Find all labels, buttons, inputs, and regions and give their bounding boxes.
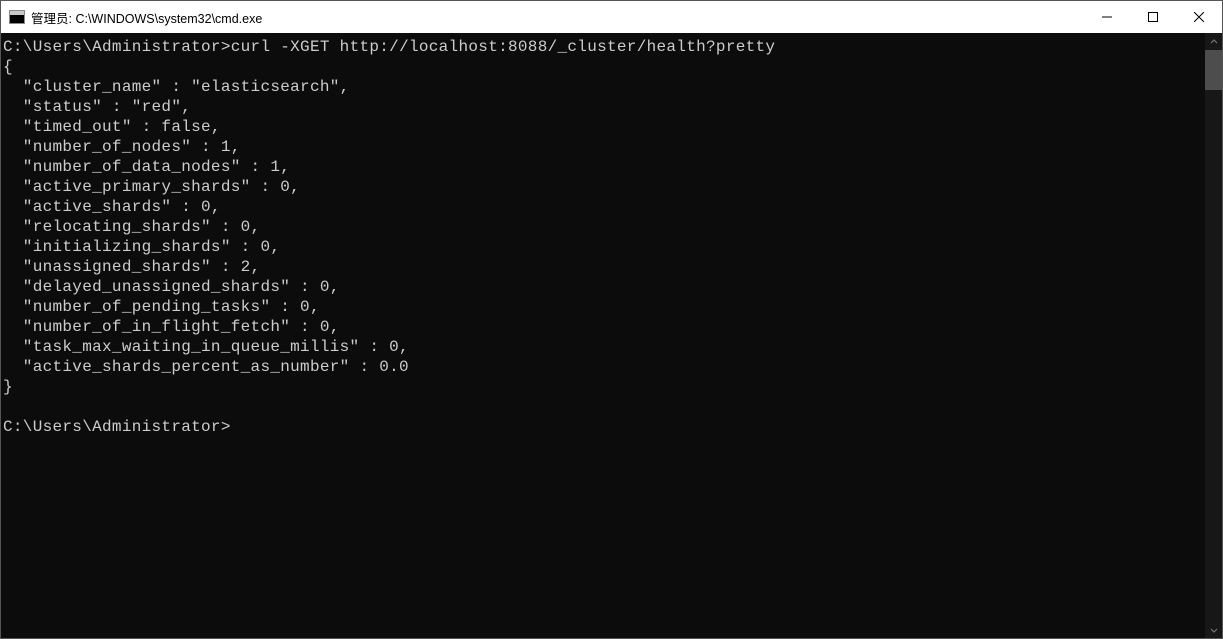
scroll-up-button[interactable]	[1205, 33, 1222, 50]
close-icon	[1194, 12, 1204, 22]
prompt: C:\Users\Administrator>	[3, 418, 231, 436]
maximize-icon	[1148, 12, 1158, 22]
maximize-button[interactable]	[1130, 1, 1176, 33]
command-text: curl -XGET http://localhost:8088/_cluste…	[231, 38, 776, 56]
prompt: C:\Users\Administrator>	[3, 38, 231, 56]
minimize-button[interactable]	[1084, 1, 1130, 33]
terminal-output[interactable]: C:\Users\Administrator>curl -XGET http:/…	[1, 33, 1205, 638]
titlebar[interactable]: 管理员: C:\WINDOWS\system32\cmd.exe	[1, 1, 1222, 33]
json-line: "timed_out" : false,	[3, 118, 221, 136]
json-line: "active_shards_percent_as_number" : 0.0	[3, 358, 409, 376]
json-line: "initializing_shards" : 0,	[3, 238, 280, 256]
json-open-brace: {	[3, 58, 13, 76]
cmd-icon	[9, 9, 25, 25]
scroll-down-button[interactable]	[1205, 621, 1222, 638]
json-close-brace: }	[3, 378, 13, 396]
json-line: "number_of_nodes" : 1,	[3, 138, 241, 156]
json-line: "active_primary_shards" : 0,	[3, 178, 300, 196]
cmd-window: 管理员: C:\WINDOWS\system32\cmd.exe C:\User…	[0, 0, 1223, 639]
json-line: "delayed_unassigned_shards" : 0,	[3, 278, 340, 296]
json-line: "number_of_data_nodes" : 1,	[3, 158, 290, 176]
window-title: 管理员: C:\WINDOWS\system32\cmd.exe	[31, 8, 262, 27]
json-line: "relocating_shards" : 0,	[3, 218, 260, 236]
json-line: "status" : "red",	[3, 98, 191, 116]
window-controls	[1084, 1, 1222, 33]
json-line: "task_max_waiting_in_queue_millis" : 0,	[3, 338, 409, 356]
caret-down-icon	[1210, 626, 1218, 634]
scrollbar-thumb[interactable]	[1205, 50, 1222, 90]
json-line: "number_of_pending_tasks" : 0,	[3, 298, 320, 316]
close-button[interactable]	[1176, 1, 1222, 33]
vertical-scrollbar[interactable]	[1205, 33, 1222, 638]
json-line: "cluster_name" : "elasticsearch",	[3, 78, 350, 96]
terminal-area: C:\Users\Administrator>curl -XGET http:/…	[1, 33, 1222, 638]
json-line: "number_of_in_flight_fetch" : 0,	[3, 318, 340, 336]
json-line: "unassigned_shards" : 2,	[3, 258, 260, 276]
json-line: "active_shards" : 0,	[3, 198, 221, 216]
caret-up-icon	[1210, 38, 1218, 46]
titlebar-left: 管理员: C:\WINDOWS\system32\cmd.exe	[1, 1, 262, 33]
minimize-icon	[1102, 12, 1112, 22]
